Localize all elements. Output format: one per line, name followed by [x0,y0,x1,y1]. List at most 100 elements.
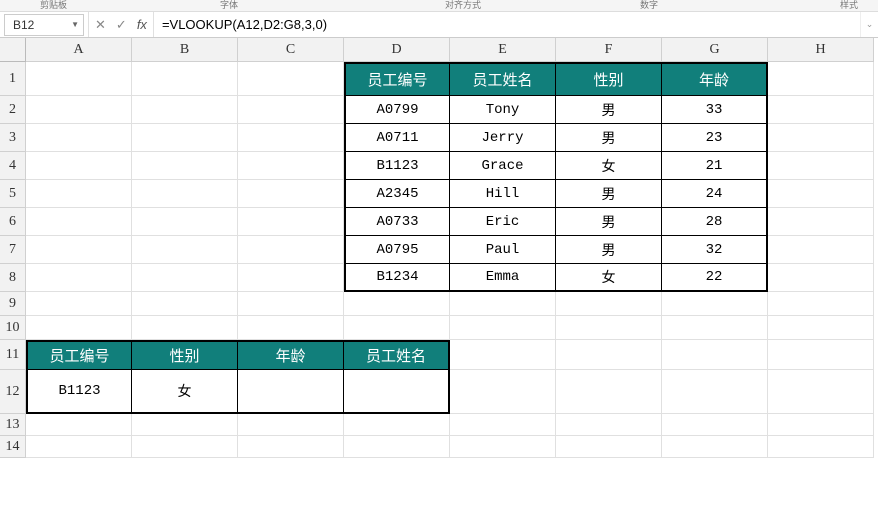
cell-E6[interactable]: Eric [450,208,556,236]
cell-A6[interactable] [26,208,132,236]
cell-A14[interactable] [26,436,132,458]
cell-G7[interactable]: 32 [662,236,768,264]
cell-H2[interactable] [768,96,874,124]
cell-E8[interactable]: Emma [450,264,556,292]
cell-A9[interactable] [26,292,132,316]
cell-H6[interactable] [768,208,874,236]
cell-D11[interactable]: 员工姓名 [344,340,450,370]
col-header-G[interactable]: G [662,38,768,62]
cell-H1[interactable] [768,62,874,96]
cell-C6[interactable] [238,208,344,236]
cell-H7[interactable] [768,236,874,264]
cell-G4[interactable]: 21 [662,152,768,180]
cell-E9[interactable] [450,292,556,316]
row-header-10[interactable]: 10 [0,316,26,340]
accept-icon[interactable]: ✓ [116,17,127,33]
cell-B3[interactable] [132,124,238,152]
cell-D9[interactable] [344,292,450,316]
cell-F2[interactable]: 男 [556,96,662,124]
cell-B5[interactable] [132,180,238,208]
cell-C13[interactable] [238,414,344,436]
cell-F5[interactable]: 男 [556,180,662,208]
cell-D8[interactable]: B1234 [344,264,450,292]
cell-F1[interactable]: 性别 [556,62,662,96]
cell-B11[interactable]: 性别 [132,340,238,370]
cell-A3[interactable] [26,124,132,152]
row-header-5[interactable]: 5 [0,180,26,208]
cell-B14[interactable] [132,436,238,458]
row-header-9[interactable]: 9 [0,292,26,316]
row-header-6[interactable]: 6 [0,208,26,236]
name-box[interactable]: B12 ▼ [4,14,84,36]
cell-B1[interactable] [132,62,238,96]
spreadsheet-grid[interactable]: A B C D E F G H 1 员工编号 员工姓名 性别 年龄 2 A079… [0,38,878,458]
cell-A11[interactable]: 员工编号 [26,340,132,370]
cell-A2[interactable] [26,96,132,124]
row-header-11[interactable]: 11 [0,340,26,370]
row-header-14[interactable]: 14 [0,436,26,458]
cell-B7[interactable] [132,236,238,264]
col-header-F[interactable]: F [556,38,662,62]
row-header-7[interactable]: 7 [0,236,26,264]
cell-C8[interactable] [238,264,344,292]
cell-B9[interactable] [132,292,238,316]
cell-F3[interactable]: 男 [556,124,662,152]
cell-C4[interactable] [238,152,344,180]
cell-G13[interactable] [662,414,768,436]
cell-E1[interactable]: 员工姓名 [450,62,556,96]
cell-B2[interactable] [132,96,238,124]
cell-H3[interactable] [768,124,874,152]
cell-G5[interactable]: 24 [662,180,768,208]
fx-icon[interactable]: fx [137,17,147,32]
cell-A8[interactable] [26,264,132,292]
cell-G9[interactable] [662,292,768,316]
col-header-B[interactable]: B [132,38,238,62]
cell-F4[interactable]: 女 [556,152,662,180]
col-header-D[interactable]: D [344,38,450,62]
cell-F13[interactable] [556,414,662,436]
cell-F11[interactable] [556,340,662,370]
col-header-C[interactable]: C [238,38,344,62]
cell-H14[interactable] [768,436,874,458]
cell-E2[interactable]: Tony [450,96,556,124]
cell-E14[interactable] [450,436,556,458]
cell-A10[interactable] [26,316,132,340]
cell-C9[interactable] [238,292,344,316]
cell-H4[interactable] [768,152,874,180]
cell-H12[interactable] [768,370,874,414]
cell-D13[interactable] [344,414,450,436]
row-header-2[interactable]: 2 [0,96,26,124]
cell-C12[interactable] [238,370,344,414]
cell-A5[interactable] [26,180,132,208]
cell-F8[interactable]: 女 [556,264,662,292]
cell-F12[interactable] [556,370,662,414]
cell-D12[interactable] [344,370,450,414]
cell-A1[interactable] [26,62,132,96]
row-header-1[interactable]: 1 [0,62,26,96]
cell-A13[interactable] [26,414,132,436]
cell-G6[interactable]: 28 [662,208,768,236]
cell-E10[interactable] [450,316,556,340]
cell-G8[interactable]: 22 [662,264,768,292]
row-header-8[interactable]: 8 [0,264,26,292]
cell-G1[interactable]: 年龄 [662,62,768,96]
cell-E3[interactable]: Jerry [450,124,556,152]
cell-B4[interactable] [132,152,238,180]
row-header-13[interactable]: 13 [0,414,26,436]
cell-H8[interactable] [768,264,874,292]
formula-input[interactable] [154,12,860,37]
cell-F14[interactable] [556,436,662,458]
col-header-A[interactable]: A [26,38,132,62]
cell-C11[interactable]: 年龄 [238,340,344,370]
cell-E7[interactable]: Paul [450,236,556,264]
cell-G12[interactable] [662,370,768,414]
col-header-H[interactable]: H [768,38,874,62]
cell-G10[interactable] [662,316,768,340]
cell-H13[interactable] [768,414,874,436]
cell-E5[interactable]: Hill [450,180,556,208]
cell-C1[interactable] [238,62,344,96]
chevron-down-icon[interactable]: ▼ [71,20,79,29]
cell-C10[interactable] [238,316,344,340]
cell-G3[interactable]: 23 [662,124,768,152]
cell-B8[interactable] [132,264,238,292]
